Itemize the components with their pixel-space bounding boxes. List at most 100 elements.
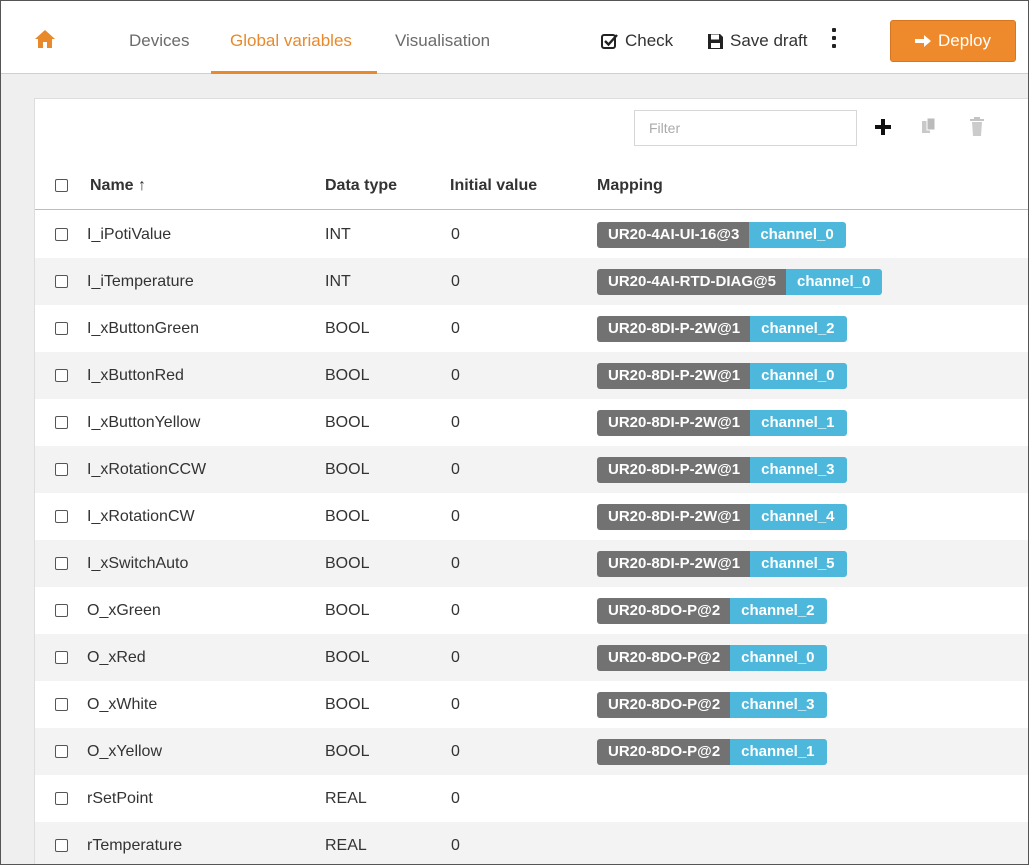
data-type: BOOL (325, 743, 370, 760)
row-checkbox[interactable] (55, 745, 68, 758)
row-checkbox[interactable] (55, 463, 68, 476)
device-tag: UR20-8DO-P@2 (597, 645, 731, 671)
device-tag: UR20-4AI-RTD-DIAG@5 (597, 269, 786, 295)
mapping-tag: UR20-8DO-P@2 channel_2 (597, 598, 827, 624)
variables-table-body: I_iPotiValue INT 0 UR20-4AI-UI-16@3 chann… (35, 211, 1028, 864)
data-type: BOOL (325, 414, 370, 431)
kebab-menu-icon[interactable] (830, 28, 838, 50)
mapping-tag: UR20-8DI-P-2W@1 channel_5 (597, 551, 847, 577)
table-row[interactable]: I_iTemperature INT 0 UR20-4AI-RTD-DIAG@5… (35, 258, 1028, 305)
data-type: BOOL (325, 461, 370, 478)
initial-value: 0 (451, 743, 460, 760)
table-row[interactable]: O_xGreen BOOL 0 UR20-8DO-P@2 channel_2 (35, 587, 1028, 634)
app-window: Devices Global variables Visualisation C… (0, 0, 1029, 865)
variable-name: O_xWhite (87, 696, 158, 713)
check-button[interactable]: Check (601, 29, 673, 53)
channel-tag: channel_1 (750, 410, 847, 436)
channel-tag: channel_0 (749, 222, 846, 248)
data-type: BOOL (325, 367, 370, 384)
tab-global-variables[interactable]: Global variables (230, 1, 352, 74)
row-checkbox[interactable] (55, 228, 68, 241)
table-row[interactable]: rSetPoint REAL 0 (35, 775, 1028, 822)
mapping-tag: UR20-4AI-RTD-DIAG@5 channel_0 (597, 269, 883, 295)
initial-value: 0 (451, 414, 460, 431)
channel-tag: channel_0 (750, 363, 847, 389)
initial-value: 0 (451, 696, 460, 713)
variable-name: rTemperature (87, 837, 183, 854)
variable-name: I_xButtonRed (87, 367, 184, 384)
column-header-mapping[interactable]: Mapping (597, 161, 663, 210)
row-checkbox[interactable] (55, 651, 68, 664)
variable-name: I_xSwitchAuto (87, 555, 189, 572)
channel-tag: channel_2 (750, 316, 847, 342)
variable-name: I_xButtonYellow (87, 414, 201, 431)
filter-input[interactable] (634, 110, 857, 146)
variable-name: I_xButtonGreen (87, 320, 200, 337)
table-row[interactable]: O_xWhite BOOL 0 UR20-8DO-P@2 channel_3 (35, 681, 1028, 728)
data-type: INT (325, 226, 351, 243)
channel-tag: channel_0 (730, 645, 827, 671)
data-type: BOOL (325, 555, 370, 572)
mapping-tag: UR20-8DO-P@2 channel_3 (597, 692, 827, 718)
row-checkbox[interactable] (55, 604, 68, 617)
home-icon[interactable] (34, 29, 56, 49)
column-header-name[interactable]: Name ↑ (90, 161, 146, 210)
row-checkbox[interactable] (55, 416, 68, 429)
table-header: Name ↑ Data type Initial value Mapping (35, 161, 1028, 210)
table-row[interactable]: O_xRed BOOL 0 UR20-8DO-P@2 channel_0 (35, 634, 1028, 681)
row-checkbox[interactable] (55, 698, 68, 711)
tab-devices[interactable]: Devices (129, 1, 189, 74)
channel-tag: channel_3 (750, 457, 847, 483)
trash-icon[interactable] (967, 116, 987, 138)
initial-value: 0 (451, 837, 460, 854)
deploy-button[interactable]: Deploy (890, 20, 1016, 62)
table-row[interactable]: I_xSwitchAuto BOOL 0 UR20-8DI-P-2W@1 chan… (35, 540, 1028, 587)
initial-value: 0 (451, 790, 460, 807)
top-navigation-bar: Devices Global variables Visualisation C… (1, 1, 1028, 74)
column-header-data-type[interactable]: Data type (325, 161, 397, 210)
mapping-tag: UR20-8DI-P-2W@1 channel_1 (597, 410, 847, 436)
channel-tag: channel_0 (785, 269, 883, 295)
tab-visualisation[interactable]: Visualisation (395, 1, 490, 74)
copy-icon[interactable] (919, 116, 939, 138)
row-checkbox[interactable] (55, 275, 68, 288)
initial-value: 0 (451, 602, 460, 619)
row-checkbox[interactable] (55, 792, 68, 805)
table-row[interactable]: O_xYellow BOOL 0 UR20-8DO-P@2 channel_1 (35, 728, 1028, 775)
initial-value: 0 (451, 649, 460, 666)
variable-name: O_xYellow (87, 743, 163, 760)
row-checkbox[interactable] (55, 322, 68, 335)
row-checkbox[interactable] (55, 557, 68, 570)
initial-value: 0 (451, 555, 460, 572)
variable-name: I_iPotiValue (87, 226, 172, 243)
row-checkbox[interactable] (55, 369, 68, 382)
variable-name: rSetPoint (87, 790, 153, 807)
variable-name: O_xGreen (87, 602, 161, 619)
mapping-tag: UR20-8DI-P-2W@1 channel_0 (597, 363, 847, 389)
table-row[interactable]: rTemperature REAL 0 (35, 822, 1028, 864)
table-row[interactable]: I_xButtonGreen BOOL 0 UR20-8DI-P-2W@1 cha… (35, 305, 1028, 352)
data-type: REAL (325, 790, 367, 807)
variable-name: O_xRed (87, 649, 146, 666)
device-tag: UR20-8DO-P@2 (597, 598, 731, 624)
variable-name: I_iTemperature (87, 273, 194, 290)
row-checkbox[interactable] (55, 839, 68, 852)
channel-tag: channel_1 (730, 739, 827, 765)
table-row[interactable]: I_xButtonRed BOOL 0 UR20-8DI-P-2W@1 chann… (35, 352, 1028, 399)
arrow-right-icon (915, 35, 932, 47)
save-draft-button[interactable]: Save draft (707, 29, 808, 53)
data-type: BOOL (325, 696, 370, 713)
column-header-initial-value[interactable]: Initial value (450, 161, 537, 210)
select-all-checkbox[interactable] (55, 179, 68, 192)
table-row[interactable]: I_xButtonYellow BOOL 0 UR20-8DI-P-2W@1 ch… (35, 399, 1028, 446)
active-tab-indicator (211, 71, 377, 74)
device-tag: UR20-8DI-P-2W@1 (597, 316, 751, 342)
table-row[interactable]: I_iPotiValue INT 0 UR20-4AI-UI-16@3 chann… (35, 211, 1028, 258)
row-checkbox[interactable] (55, 510, 68, 523)
table-row[interactable]: I_xRotationCW BOOL 0 UR20-8DI-P-2W@1 chan… (35, 493, 1028, 540)
device-tag: UR20-8DI-P-2W@1 (597, 457, 751, 483)
table-row[interactable]: I_xRotationCCW BOOL 0 UR20-8DI-P-2W@1 cha… (35, 446, 1028, 493)
channel-tag: channel_5 (750, 551, 847, 577)
initial-value: 0 (451, 320, 460, 337)
plus-icon[interactable] (873, 116, 893, 138)
